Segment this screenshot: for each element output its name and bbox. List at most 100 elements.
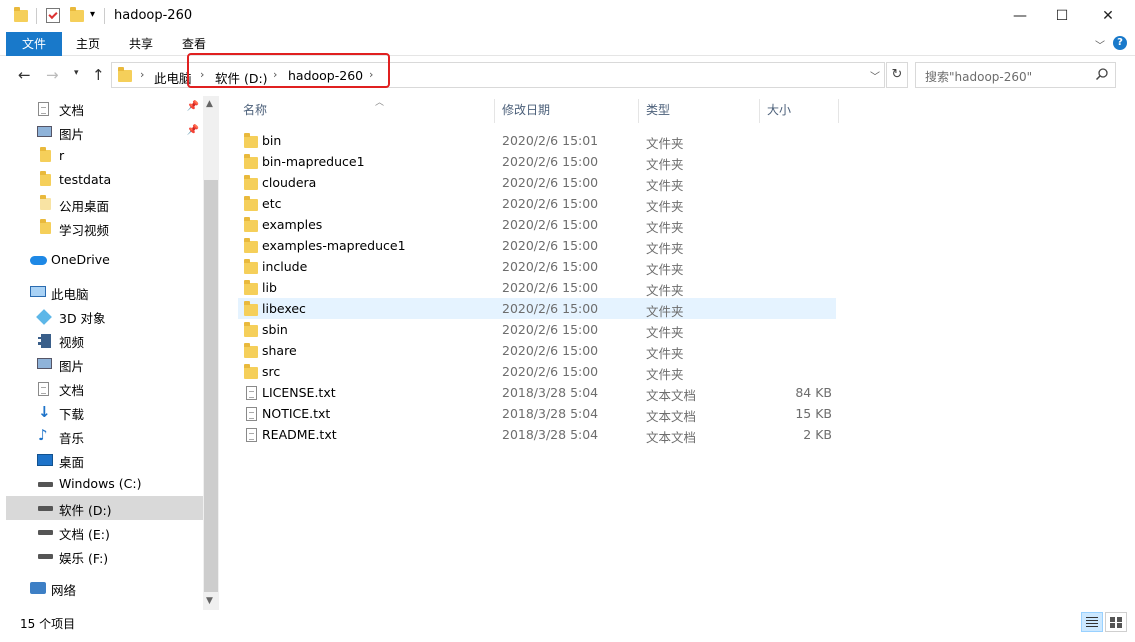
ribbon: 文件 主页 共享 查看 ﹀ ? xyxy=(0,32,1135,56)
scroll-up-icon[interactable]: ▲ xyxy=(206,99,213,109)
sidebar-item-drive-c[interactable]: Windows (C:) xyxy=(6,472,203,496)
details-view-button[interactable] xyxy=(1081,612,1103,632)
column-header-type[interactable]: 类型 xyxy=(640,99,760,123)
sidebar-item-testdata[interactable]: testdata xyxy=(6,168,203,192)
pin-icon[interactable]: 📌 xyxy=(187,101,199,112)
cube-icon xyxy=(36,309,52,325)
sidebar-item-drive-e[interactable]: 文档 (E:) xyxy=(6,520,203,544)
table-row[interactable]: NOTICE.txt 2018/3/28 5:04 文本文档 15 KB xyxy=(238,403,836,424)
file-type: 文件夹 xyxy=(646,220,684,235)
column-header-date[interactable]: 修改日期 xyxy=(496,99,639,123)
up-button[interactable]: ↑ xyxy=(92,66,105,84)
file-name: etc xyxy=(262,196,282,211)
table-row[interactable]: README.txt 2018/3/28 5:04 文本文档 2 KB xyxy=(238,424,836,445)
file-name: bin xyxy=(262,133,282,148)
sidebar-item-label: 3D 对象 xyxy=(59,311,106,326)
search-icon[interactable] xyxy=(1095,67,1109,81)
file-modified-date: 2020/2/6 15:00 xyxy=(502,280,599,295)
tab-home[interactable]: 主页 xyxy=(62,32,114,56)
folder-icon xyxy=(118,67,132,82)
file-list: ︿ 名称 修改日期 类型 大小 bin 2020/2/6 15:01 文件夹 bin-… xyxy=(222,96,1135,610)
sidebar-item-drive-d[interactable]: 软件 (D:) xyxy=(6,496,203,520)
expand-ribbon-icon[interactable]: ﹀ xyxy=(1095,37,1105,52)
breadcrumb-this-pc[interactable]: 此电脑 xyxy=(154,68,192,87)
divider xyxy=(104,8,105,24)
file-modified-date: 2020/2/6 15:00 xyxy=(502,154,599,169)
table-row[interactable]: examples-mapreduce1 2020/2/6 15:00 文件夹 xyxy=(238,235,836,256)
sidebar-item-downloads[interactable]: ↓ 下载 xyxy=(6,400,203,424)
table-row[interactable]: libexec 2020/2/6 15:00 文件夹 xyxy=(238,298,836,319)
sidebar-item-onedrive[interactable]: OneDrive xyxy=(6,248,203,272)
sidebar-item-pictures-quick[interactable]: 图片 📌 xyxy=(6,120,203,144)
table-row[interactable]: bin 2020/2/6 15:01 文件夹 xyxy=(238,130,836,151)
sidebar-item-documents[interactable]: 文档 xyxy=(6,376,203,400)
file-name: sbin xyxy=(262,322,288,337)
sidebar-item-label: 音乐 xyxy=(59,431,85,446)
tab-share[interactable]: 共享 xyxy=(115,32,167,56)
scroll-down-icon[interactable]: ▼ xyxy=(206,596,213,606)
sidebar-item-drive-f[interactable]: 娱乐 (F:) xyxy=(6,544,203,568)
properties-icon[interactable] xyxy=(46,8,60,23)
search-box[interactable]: 搜索"hadoop-260" xyxy=(915,62,1116,88)
table-row[interactable]: cloudera 2020/2/6 15:00 文件夹 xyxy=(238,172,836,193)
file-name: share xyxy=(262,343,297,358)
table-row[interactable]: include 2020/2/6 15:00 文件夹 xyxy=(238,256,836,277)
close-button[interactable]: ✕ xyxy=(1085,0,1131,32)
sidebar-item-public-desktop[interactable]: 公用桌面 xyxy=(6,192,203,216)
sidebar-item-label: 网络 xyxy=(51,583,77,598)
help-icon[interactable]: ? xyxy=(1113,36,1127,50)
sidebar-scrollbar[interactable]: ▲ ▼ xyxy=(203,96,219,610)
minimize-button[interactable]: — xyxy=(997,0,1043,32)
column-header-size[interactable]: 大小 xyxy=(761,99,839,123)
file-modified-date: 2018/3/28 5:04 xyxy=(502,385,599,400)
file-modified-date: 2020/2/6 15:00 xyxy=(502,301,599,316)
navigation-bar: ← → ▾ ↑ › 此电脑 › 软件 (D:) › hadoop-260 › ﹀… xyxy=(0,56,1135,96)
sidebar-item-label: 文档 xyxy=(59,383,85,398)
column-header-name[interactable]: ︿ 名称 xyxy=(237,98,495,123)
address-dropdown-icon[interactable]: ﹀ xyxy=(870,68,880,83)
sidebar-item-this-pc[interactable]: 此电脑 xyxy=(6,280,203,304)
sidebar-item-documents-quick[interactable]: 文档 📌 xyxy=(6,96,203,120)
pin-icon[interactable]: 📌 xyxy=(187,125,199,136)
refresh-button[interactable]: ↻ xyxy=(886,62,908,88)
table-row[interactable]: lib 2020/2/6 15:00 文件夹 xyxy=(238,277,836,298)
sidebar-item-pictures[interactable]: 图片 xyxy=(6,352,203,376)
computer-icon xyxy=(30,286,46,297)
file-modified-date: 2020/2/6 15:00 xyxy=(502,196,599,211)
maximize-button[interactable]: ☐ xyxy=(1039,0,1085,32)
file-type: 文件夹 xyxy=(646,367,684,382)
file-modified-date: 2020/2/6 15:00 xyxy=(502,217,599,232)
table-row[interactable]: etc 2020/2/6 15:00 文件夹 xyxy=(238,193,836,214)
forward-button[interactable]: → xyxy=(46,66,59,84)
sidebar-item-study-videos[interactable]: 学习视频 xyxy=(6,216,203,240)
folder-icon xyxy=(14,7,28,22)
back-button[interactable]: ← xyxy=(18,66,31,84)
table-row[interactable]: src 2020/2/6 15:00 文件夹 xyxy=(238,361,836,382)
table-row[interactable]: share 2020/2/6 15:00 文件夹 xyxy=(238,340,836,361)
scroll-thumb[interactable] xyxy=(204,180,218,592)
tab-file[interactable]: 文件 xyxy=(6,32,62,56)
table-row[interactable]: sbin 2020/2/6 15:00 文件夹 xyxy=(238,319,836,340)
sidebar-item-r[interactable]: r xyxy=(6,144,203,168)
chevron-right-icon[interactable]: › xyxy=(140,68,144,81)
column-header-label: 名称 xyxy=(243,103,268,117)
table-row[interactable]: examples 2020/2/6 15:00 文件夹 xyxy=(238,214,836,235)
sidebar-item-desktop[interactable]: 桌面 xyxy=(6,448,203,472)
table-row[interactable]: LICENSE.txt 2018/3/28 5:04 文本文档 84 KB xyxy=(238,382,836,403)
annotation-highlight-box xyxy=(187,53,390,88)
file-type: 文件夹 xyxy=(646,136,684,151)
pictures-icon xyxy=(37,126,52,137)
sidebar-item-3d-objects[interactable]: 3D 对象 xyxy=(6,304,203,328)
sidebar-item-label: r xyxy=(59,148,65,163)
customize-toolbar-icon[interactable]: ▾ xyxy=(90,9,95,20)
sidebar-item-music[interactable]: ♪ 音乐 xyxy=(6,424,203,448)
sidebar-item-videos[interactable]: 视频 xyxy=(6,328,203,352)
music-icon: ♪ xyxy=(38,426,48,444)
sidebar-item-network[interactable]: 网络 xyxy=(6,576,203,600)
table-row[interactable]: bin-mapreduce1 2020/2/6 15:00 文件夹 xyxy=(238,151,836,172)
recent-locations-icon[interactable]: ▾ xyxy=(74,68,79,78)
sidebar-item-label: 图片 xyxy=(59,359,85,374)
large-icons-view-button[interactable] xyxy=(1105,612,1127,632)
new-folder-icon[interactable] xyxy=(70,7,84,22)
folder-icon xyxy=(244,238,258,253)
